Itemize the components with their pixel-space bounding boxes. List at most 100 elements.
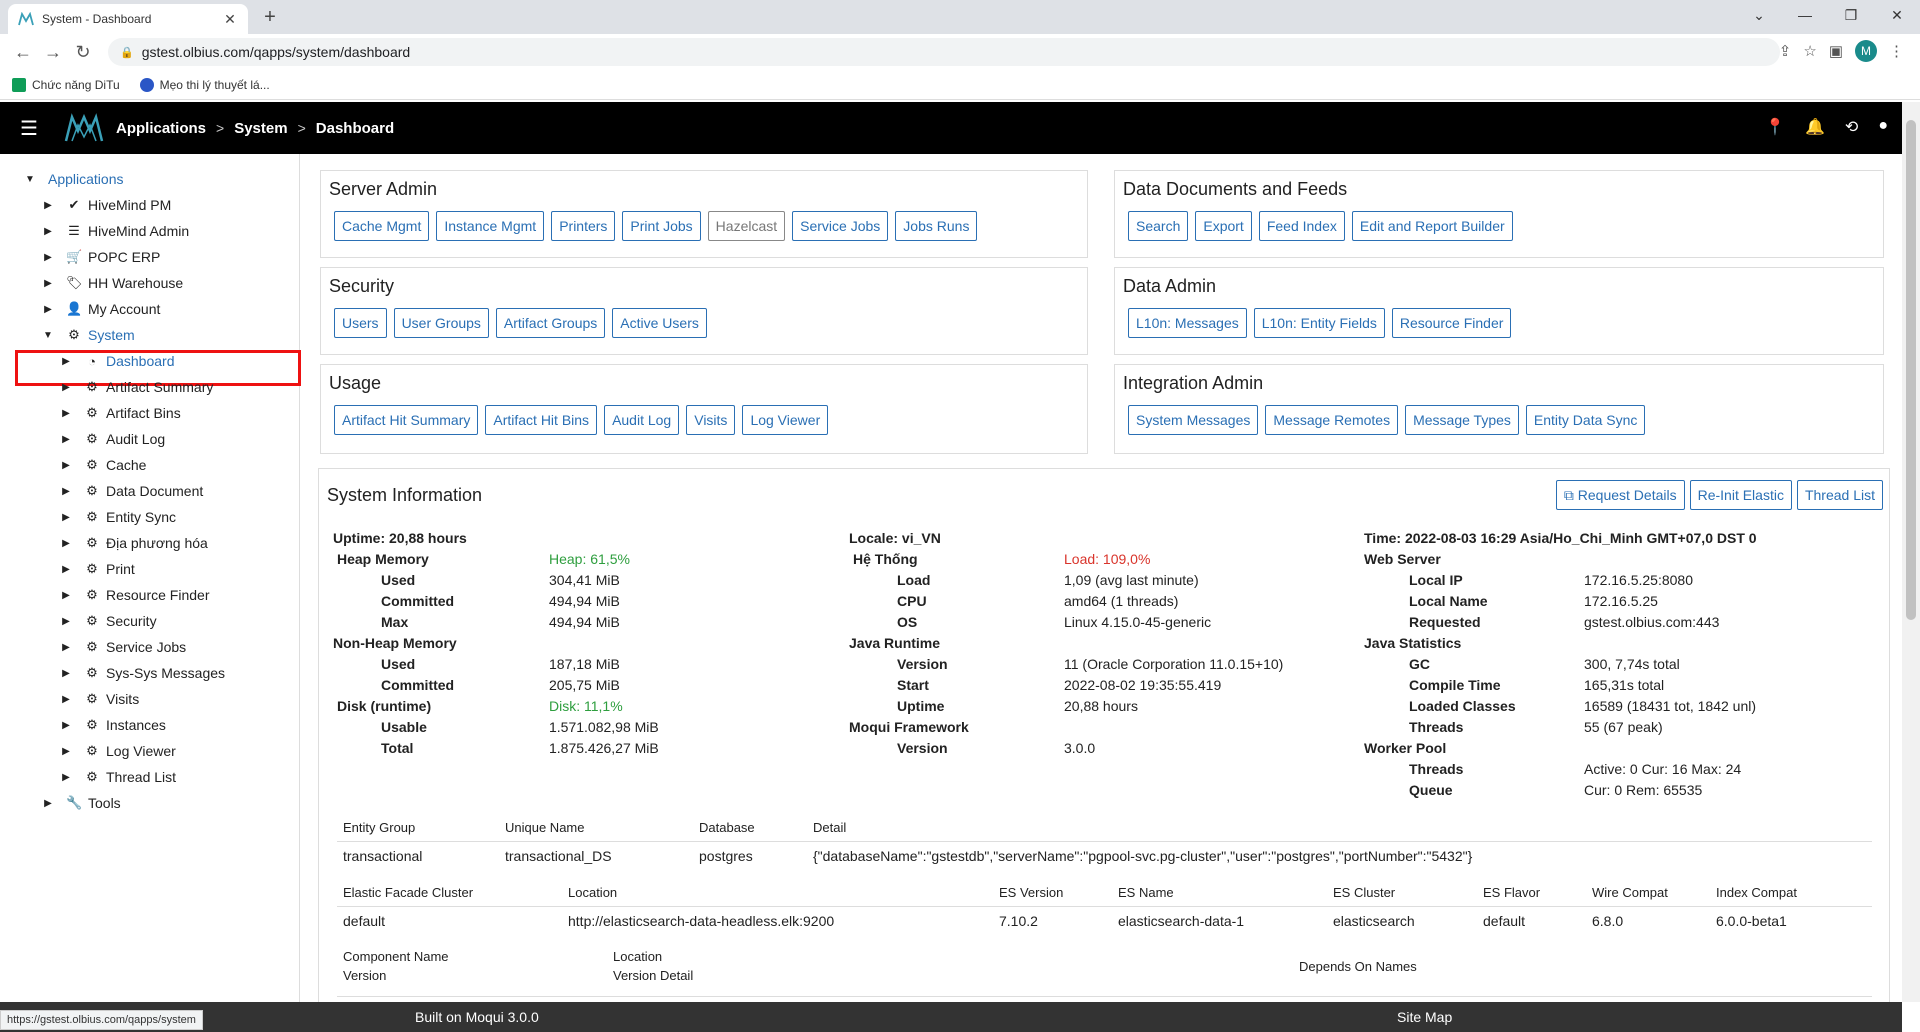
print-jobs-button[interactable]: Print Jobs <box>622 211 701 241</box>
caret-right-icon[interactable]: ▶ <box>60 408 72 419</box>
search-button[interactable]: Search <box>1128 211 1189 241</box>
caret-right-icon[interactable]: ▶ <box>42 278 54 289</box>
artifact-hit-summary-button[interactable]: Artifact Hit Summary <box>334 405 479 435</box>
caret-right-icon[interactable]: ▶ <box>60 590 72 601</box>
browser-tab[interactable]: System - Dashboard ✕ <box>8 4 248 34</box>
caret-right-icon[interactable]: ▶ <box>60 486 72 497</box>
notification-bell-icon[interactable]: 🔔 <box>1805 117 1825 137</box>
crumb-applications[interactable]: Applications <box>116 120 206 137</box>
moqui-logo-icon[interactable] <box>64 113 104 143</box>
caret-right-icon[interactable]: ▶ <box>42 226 54 237</box>
sidebar-item-log-viewer[interactable]: ▶ ⚙ Log Viewer <box>60 740 176 762</box>
page-scrollbar[interactable] <box>1902 102 1920 1002</box>
caret-right-icon[interactable]: ▶ <box>60 642 72 653</box>
log-viewer-button[interactable]: Log Viewer <box>742 405 829 435</box>
hazelcast-button[interactable]: Hazelcast <box>707 211 786 241</box>
users-button[interactable]: Users <box>334 308 387 338</box>
bookmark-item[interactable]: Chức năng DiTu <box>12 77 120 92</box>
caret-right-icon[interactable]: ▶ <box>42 252 54 263</box>
caret-right-icon[interactable]: ▶ <box>60 720 72 731</box>
caret-down-icon[interactable]: ▼ <box>42 330 54 341</box>
omnibox[interactable]: 🔒 gstest.olbius.com/qapps/system/dashboa… <box>108 38 1780 66</box>
sidebar-item-tools[interactable]: ▶ 🔧 Tools <box>42 792 121 814</box>
edit-report-builder-button[interactable]: Edit and Report Builder <box>1351 211 1513 241</box>
thread-list-button[interactable]: Thread List <box>1796 480 1883 510</box>
message-remotes-button[interactable]: Message Remotes <box>1265 405 1399 435</box>
sidebar-item-cache[interactable]: ▶ ⚙ Cache <box>60 454 146 476</box>
reinit-elastic-button[interactable]: Re-Init Elastic <box>1689 480 1792 510</box>
tab-close-icon[interactable]: ✕ <box>222 11 238 28</box>
sidebar-item-sys-messages[interactable]: ▶ ⚙ Sys-Sys Messages <box>60 662 225 684</box>
sidebar-item-visits[interactable]: ▶ ⚙ Visits <box>60 688 139 710</box>
caret-right-icon[interactable]: ▶ <box>60 772 72 783</box>
caret-right-icon[interactable]: ▶ <box>42 200 54 211</box>
minimize-icon[interactable]: — <box>1782 0 1828 34</box>
crumb-dashboard[interactable]: Dashboard <box>316 120 394 137</box>
lock-icon[interactable]: 🔒 <box>120 46 134 59</box>
system-messages-button[interactable]: System Messages <box>1128 405 1259 435</box>
caret-right-icon[interactable]: ▶ <box>60 512 72 523</box>
location-pin-icon[interactable]: 📍 <box>1765 117 1785 137</box>
caret-right-icon[interactable]: ▶ <box>60 382 72 393</box>
restore-icon[interactable]: ❐ <box>1828 0 1874 34</box>
user-groups-button[interactable]: User Groups <box>393 308 489 338</box>
caret-down-icon[interactable]: ▼ <box>24 174 36 185</box>
caret-right-icon[interactable]: ▶ <box>42 798 54 809</box>
window-close-icon[interactable]: ✕ <box>1874 0 1920 34</box>
instance-mgmt-button[interactable]: Instance Mgmt <box>436 211 545 241</box>
message-types-button[interactable]: Message Types <box>1405 405 1519 435</box>
sidebar-item-instances[interactable]: ▶ ⚙ Instances <box>60 714 166 736</box>
caret-right-icon[interactable]: ▶ <box>60 746 72 757</box>
jobs-runs-button[interactable]: Jobs Runs <box>895 211 978 241</box>
caret-right-icon[interactable]: ▶ <box>60 434 72 445</box>
sidebar-item-entity-sync[interactable]: ▶ ⚙ Entity Sync <box>60 506 176 528</box>
caret-right-icon[interactable]: ▶ <box>60 616 72 627</box>
scrollbar-thumb[interactable] <box>1906 120 1916 620</box>
caret-right-icon[interactable]: ▶ <box>42 304 54 315</box>
sidebar-item-resource-finder[interactable]: ▶ ⚙ Resource Finder <box>60 584 209 606</box>
user-account-icon[interactable]: ● <box>1878 117 1888 137</box>
caret-right-icon[interactable]: ▶ <box>60 668 72 679</box>
caret-right-icon[interactable]: ▶ <box>60 564 72 575</box>
sidebar-item-print[interactable]: ▶ ⚙ Print <box>60 558 135 580</box>
profile-avatar[interactable]: M <box>1855 40 1877 62</box>
sidebar-item-thread-list[interactable]: ▶ ⚙ Thread List <box>60 766 176 788</box>
visits-button[interactable]: Visits <box>686 405 736 435</box>
bookmark-item[interactable]: Mẹo thi lý thuyết lá... <box>139 77 270 92</box>
forward-icon[interactable]: → <box>38 42 68 63</box>
back-icon[interactable]: ← <box>8 42 38 63</box>
sidebar-item-audit-log[interactable]: ▶ ⚙ Audit Log <box>60 428 165 450</box>
audit-log-button[interactable]: Audit Log <box>604 405 680 435</box>
sidebar-item-hh-warehouse[interactable]: ▶ 🏷 HH Warehouse <box>42 272 183 294</box>
caret-right-icon[interactable]: ▶ <box>60 356 72 367</box>
sidebar-item-data-document[interactable]: ▶ ⚙ Data Document <box>60 480 203 502</box>
cache-mgmt-button[interactable]: Cache Mgmt <box>334 211 430 241</box>
sidebar-item-hivemind-admin[interactable]: ▶ ☰ HiveMind Admin <box>42 220 189 242</box>
crumb-system[interactable]: System <box>234 120 287 137</box>
resource-finder-button[interactable]: Resource Finder <box>1391 308 1512 338</box>
side-panel-icon[interactable]: ▣ <box>1829 42 1843 60</box>
history-icon[interactable]: ⟲ <box>1845 117 1858 137</box>
caret-right-icon[interactable]: ▶ <box>60 694 72 705</box>
l10n-entity-fields-button[interactable]: L10n: Entity Fields <box>1253 308 1385 338</box>
sidebar-item-service-jobs[interactable]: ▶ ⚙ Service Jobs <box>60 636 186 658</box>
new-tab-button[interactable]: + <box>258 6 282 30</box>
sidebar-item-applications[interactable]: ▼ Applications <box>24 168 123 190</box>
export-button[interactable]: Export <box>1195 211 1252 241</box>
sidebar-item-artifact-bins[interactable]: ▶ ⚙ Artifact Bins <box>60 402 181 424</box>
site-map-link[interactable]: Site Map <box>1397 1009 1452 1025</box>
artifact-hit-bins-button[interactable]: Artifact Hit Bins <box>485 405 598 435</box>
sidebar-item-my-account[interactable]: ▶ 👤 My Account <box>42 298 160 320</box>
request-details-button[interactable]: ⧉ Request Details <box>1555 480 1685 510</box>
sidebar-item-popc-erp[interactable]: ▶ 🛒 POPC ERP <box>42 246 160 268</box>
sidebar-item-hivemind-pm[interactable]: ▶ ✔ HiveMind PM <box>42 194 171 216</box>
tab-search-icon[interactable]: ⌄ <box>1736 0 1782 34</box>
sidebar-item-artifact-summary[interactable]: ▶ ⚙ Artifact Summary <box>60 376 213 398</box>
printers-button[interactable]: Printers <box>551 211 616 241</box>
l10n-messages-button[interactable]: L10n: Messages <box>1128 308 1247 338</box>
entity-data-sync-button[interactable]: Entity Data Sync <box>1525 405 1646 435</box>
url-text[interactable]: gstest.olbius.com/qapps/system/dashboard <box>142 44 410 60</box>
browser-menu-icon[interactable]: ⋮ <box>1889 42 1904 60</box>
reload-icon[interactable]: ↻ <box>68 42 98 63</box>
sidebar-item-dashboard[interactable]: ▶ ◔ Dashboard <box>60 350 174 372</box>
